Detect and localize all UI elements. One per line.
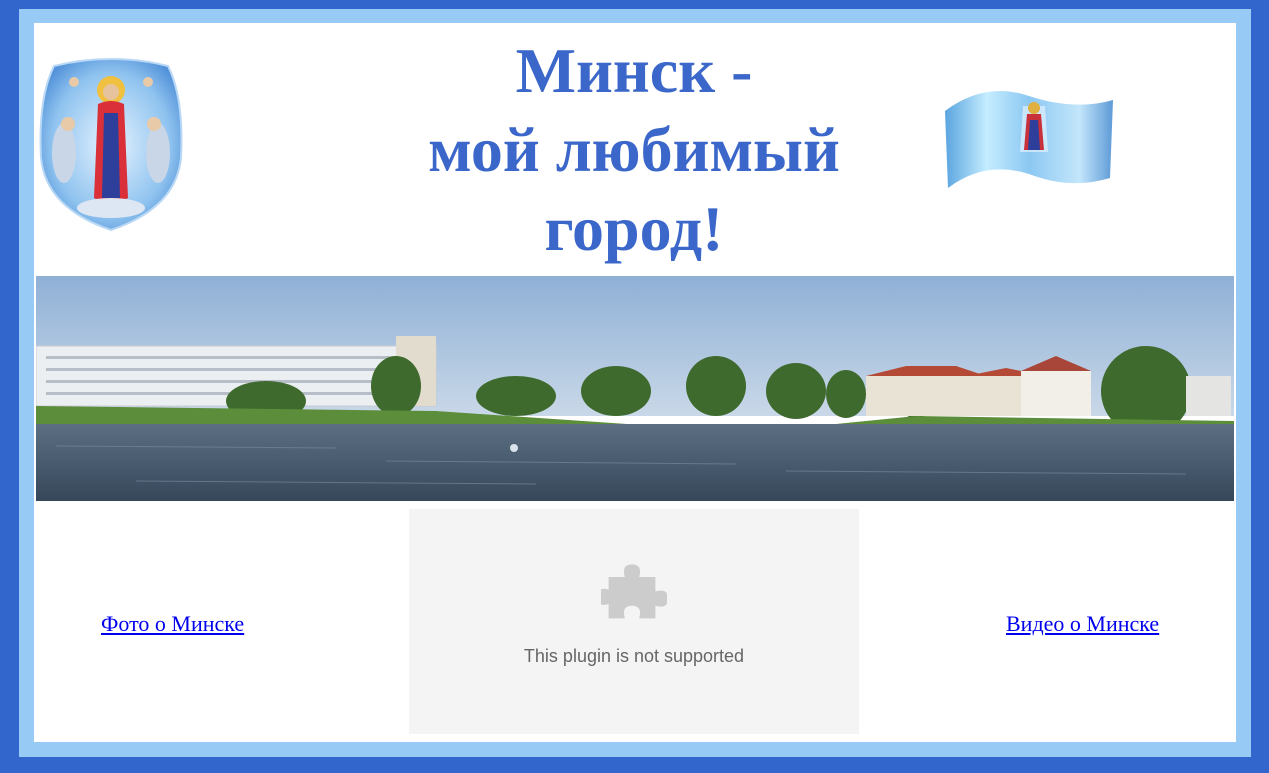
title-line-2: мой любимый [428, 114, 840, 185]
minsk-river-panorama [36, 276, 1234, 501]
plugin-placeholder: This plugin is not supported [409, 509, 859, 734]
plugin-message: This plugin is not supported [523, 646, 745, 666]
photo-link[interactable]: Фото о Минске [101, 611, 244, 637]
page-title: Минск - мой любимый город! [334, 31, 934, 268]
video-link[interactable]: Видео о Минске [1006, 611, 1159, 637]
title-line-3: город! [544, 193, 724, 264]
city-flag-icon [945, 91, 1113, 188]
coat-of-arms-icon [39, 58, 183, 232]
puzzle-icon [601, 564, 667, 619]
main-page: Минск - мой любимый город! Фото о Минске… [34, 23, 1236, 742]
title-line-1: Минск - [515, 35, 753, 106]
